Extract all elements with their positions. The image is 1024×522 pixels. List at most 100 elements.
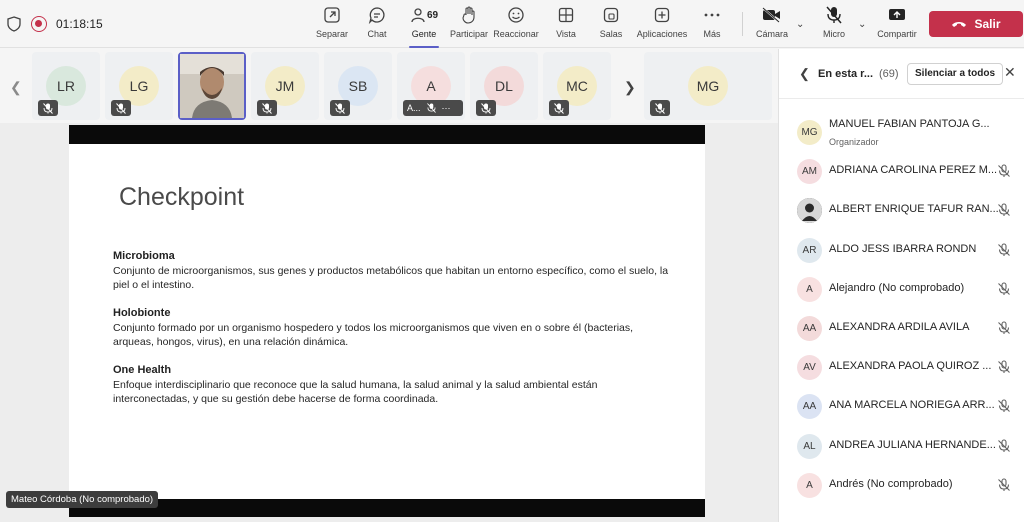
- camera-off-icon: [760, 4, 784, 26]
- participant-row[interactable]: AA ALEXANDRA ARDILA AVILA: [779, 309, 1024, 348]
- emoji-icon: [504, 4, 528, 26]
- toolbar-divider: [742, 12, 743, 36]
- aplicaciones-button[interactable]: Aplicaciones: [636, 4, 688, 44]
- back-chevron-icon[interactable]: ❮: [799, 66, 810, 82]
- video-filmstrip: ❮ LR LG JM SB A A... ⋯ DL MC ❯ MG: [0, 49, 778, 123]
- compartir-button[interactable]: Compartir: [876, 4, 918, 44]
- leave-button[interactable]: Salir: [929, 11, 1023, 37]
- mas-button[interactable]: Más: [700, 4, 724, 44]
- avatar: AR: [797, 237, 822, 263]
- avatar: AA: [797, 316, 822, 341]
- participant-name: ANA MARCELA NORIEGA ARR...: [829, 399, 995, 412]
- participant-tile[interactable]: SB: [324, 52, 392, 120]
- participant-tile[interactable]: JM: [251, 52, 319, 120]
- salas-button[interactable]: Salas: [598, 4, 624, 44]
- mic-options-chevron-icon[interactable]: ⌄: [858, 19, 866, 30]
- mic-off-icon: [330, 100, 350, 116]
- presenter-name-badge: Mateo Córdoba (No comprobado): [6, 491, 159, 508]
- panel-title: En esta r...: [818, 68, 874, 80]
- profile-photo: [797, 198, 822, 224]
- tile-name-badge: A... ⋯: [403, 100, 463, 116]
- participant-tile[interactable]: DL: [470, 52, 538, 120]
- hang-up-icon: [952, 22, 967, 27]
- participar-button[interactable]: Participar: [450, 4, 488, 44]
- slide-definition: Conjunto formado por un organismo hosped…: [113, 322, 634, 348]
- add-apps-icon: [650, 4, 674, 26]
- avatar: A: [797, 276, 822, 302]
- participant-row[interactable]: ALBERT ENRIQUE TAFUR RAN...: [779, 191, 1024, 230]
- mic-off-icon: [997, 360, 1011, 379]
- gente-button[interactable]: 69 Gente: [404, 4, 444, 44]
- avatar: MG: [688, 66, 728, 106]
- grid-view-icon: [554, 4, 578, 26]
- participant-tile[interactable]: LG: [105, 52, 173, 120]
- participant-row[interactable]: AL ANDREA JULIANA HERNANDE...: [779, 427, 1024, 466]
- participant-row[interactable]: AM ADRIANA CAROLINA PEREZ M...: [779, 152, 1024, 191]
- mic-off-icon: [997, 164, 1011, 183]
- reaccionar-button[interactable]: Reaccionar: [493, 4, 539, 44]
- slide-term: Microbioma: [113, 250, 175, 262]
- raise-hand-icon: [457, 4, 481, 26]
- tile-more-icon[interactable]: ⋯: [442, 103, 451, 114]
- mic-off-icon: [650, 100, 670, 116]
- participant-row[interactable]: A Alejandro (No comprobado): [779, 270, 1024, 309]
- tile-name-label: A...: [407, 103, 421, 113]
- chat-button[interactable]: Chat: [364, 4, 390, 44]
- avatar: AA: [797, 394, 822, 420]
- avatar: AM: [797, 159, 822, 185]
- avatar: MG: [797, 120, 822, 145]
- close-panel-icon[interactable]: ✕: [1004, 64, 1016, 81]
- participant-tile[interactable]: MG: [644, 52, 772, 120]
- meeting-toolbar: 01:18:15 Separar Chat 69 Gente Participa…: [0, 0, 1024, 48]
- mic-off-icon: [997, 439, 1011, 458]
- mic-off-icon: [822, 4, 846, 26]
- slide-title: Checkpoint: [119, 183, 245, 211]
- participant-row[interactable]: A Andrés (No comprobado): [779, 466, 1024, 505]
- mic-off-icon: [997, 243, 1011, 262]
- participant-name: ALBERT ENRIQUE TAFUR RAN...: [829, 203, 999, 216]
- teams-meeting-window: 01:18:15 Separar Chat 69 Gente Participa…: [0, 0, 1024, 522]
- mic-off-icon: [111, 100, 131, 116]
- participant-name: ANDREA JULIANA HERNANDE...: [829, 438, 996, 451]
- participant-tile[interactable]: MC: [543, 52, 611, 120]
- slide-definition: Conjunto de microorganismos, sus genes y…: [113, 265, 669, 291]
- participant-row[interactable]: MG MANUEL FABIAN PANTOJA G... Organizador: [779, 113, 1024, 152]
- avatar: [797, 198, 822, 224]
- filmstrip-next-icon[interactable]: ❯: [624, 79, 636, 96]
- breakout-rooms-icon: [599, 4, 623, 26]
- participants-panel: ❮ En esta r... (69) Silenciar a todos ✕ …: [778, 49, 1024, 522]
- participant-row[interactable]: AR ALDO JESS IBARRA RONDN: [779, 231, 1024, 270]
- more-icon: [700, 4, 724, 26]
- participant-name: ALEXANDRA ARDILA AVILA: [829, 321, 970, 333]
- participant-name: MANUEL FABIAN PANTOJA G...: [829, 118, 990, 130]
- participant-tile[interactable]: A A... ⋯: [397, 52, 465, 120]
- mic-off-icon: [997, 282, 1011, 301]
- pop-out-icon: [320, 4, 344, 26]
- participant-role: Organizador: [829, 137, 879, 147]
- mic-off-icon: [476, 100, 496, 116]
- participant-tile[interactable]: LR: [32, 52, 100, 120]
- vista-button[interactable]: Vista: [553, 4, 579, 44]
- participants-panel-header: ❮ En esta r... (69) Silenciar a todos ✕: [779, 49, 1024, 99]
- leave-label: Salir: [974, 17, 1001, 31]
- participant-video-tile[interactable]: [178, 52, 246, 120]
- shared-slide: Checkpoint Microbioma Conjunto de microo…: [69, 125, 705, 517]
- mute-all-button[interactable]: Silenciar a todos: [907, 63, 1004, 85]
- participant-row[interactable]: AA ANA MARCELA NORIEGA ARR...: [779, 387, 1024, 426]
- people-count: 69: [426, 9, 439, 21]
- participant-name: ALEXANDRA PAOLA QUIROZ ...: [829, 360, 992, 373]
- filmstrip-prev-icon[interactable]: ❮: [10, 79, 22, 96]
- micro-button[interactable]: Micro: [820, 4, 848, 44]
- camera-options-chevron-icon[interactable]: ⌄: [796, 19, 804, 30]
- participant-name: Andrés (No comprobado): [829, 477, 953, 490]
- slide-bottom-bar: [69, 499, 705, 517]
- slide-top-bar: [69, 125, 705, 144]
- participant-row[interactable]: AV ALEXANDRA PAOLA QUIROZ ...: [779, 348, 1024, 387]
- avatar: A: [797, 472, 822, 498]
- participant-video-image: [180, 54, 244, 118]
- avatar: AL: [797, 433, 822, 459]
- camara-button[interactable]: Cámara: [756, 4, 788, 44]
- separar-button[interactable]: Separar: [316, 4, 348, 44]
- avatar: AV: [797, 355, 822, 381]
- participant-name: Alejandro (No comprobado): [829, 281, 965, 294]
